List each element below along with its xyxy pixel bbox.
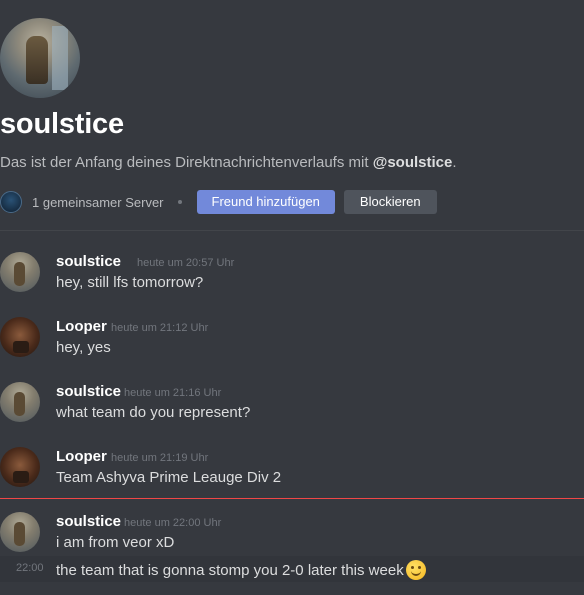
header-divider	[0, 230, 584, 231]
message-timestamp: heute um 21:16 Uhr	[124, 387, 222, 399]
avatar[interactable]	[0, 382, 40, 422]
message-text: what team do you represent?	[56, 404, 251, 421]
avatar[interactable]	[0, 252, 40, 292]
message-timestamp: heute um 22:00 Uhr	[124, 517, 222, 529]
message-text: hey, yes	[56, 339, 111, 356]
followup-message-text: the team that is gonna stomp you 2-0 lat…	[56, 560, 426, 580]
avatar[interactable]	[0, 512, 40, 552]
message-author[interactable]: soulstice	[56, 253, 121, 270]
add-friend-button[interactable]: Freund hinzufügen	[196, 190, 335, 214]
profile-name: soulstice	[0, 108, 124, 140]
block-button[interactable]: Blockieren	[343, 190, 437, 214]
message-timestamp: heute um 20:57 Uhr	[137, 257, 235, 269]
dm-intro-text: Das ist der Anfang deines Direktnachrich…	[0, 154, 457, 171]
user-mention[interactable]: @soulstice	[373, 154, 453, 171]
mutual-servers-link[interactable]: 1 gemeinsamer Server	[32, 195, 164, 210]
mutual-servers-row: 1 gemeinsamer Server Freund hinzufügen B…	[0, 190, 437, 214]
message-author[interactable]: Looper	[56, 318, 107, 335]
message-author[interactable]: soulstice	[56, 383, 121, 400]
message-author[interactable]: Looper	[56, 448, 107, 465]
message-text: Team Ashyva Prime Leauge Div 2	[56, 469, 282, 486]
profile-avatar[interactable]	[0, 18, 80, 98]
message-timestamp: heute um 21:19 Uhr	[111, 452, 209, 464]
new-messages-divider	[0, 498, 584, 499]
separator-dot	[177, 200, 182, 204]
message-text: hey, still lfs tomorrow?	[56, 274, 204, 291]
followup-timestamp: 22:00	[16, 562, 44, 574]
message-author[interactable]: soulstice	[56, 513, 121, 530]
avatar[interactable]	[0, 317, 40, 357]
message-text: i am from veor xD	[56, 534, 175, 551]
avatar[interactable]	[0, 447, 40, 487]
slightly-smiling-face-icon	[405, 560, 426, 580]
server-icon[interactable]	[0, 191, 22, 213]
message-timestamp: heute um 21:12 Uhr	[111, 322, 209, 334]
